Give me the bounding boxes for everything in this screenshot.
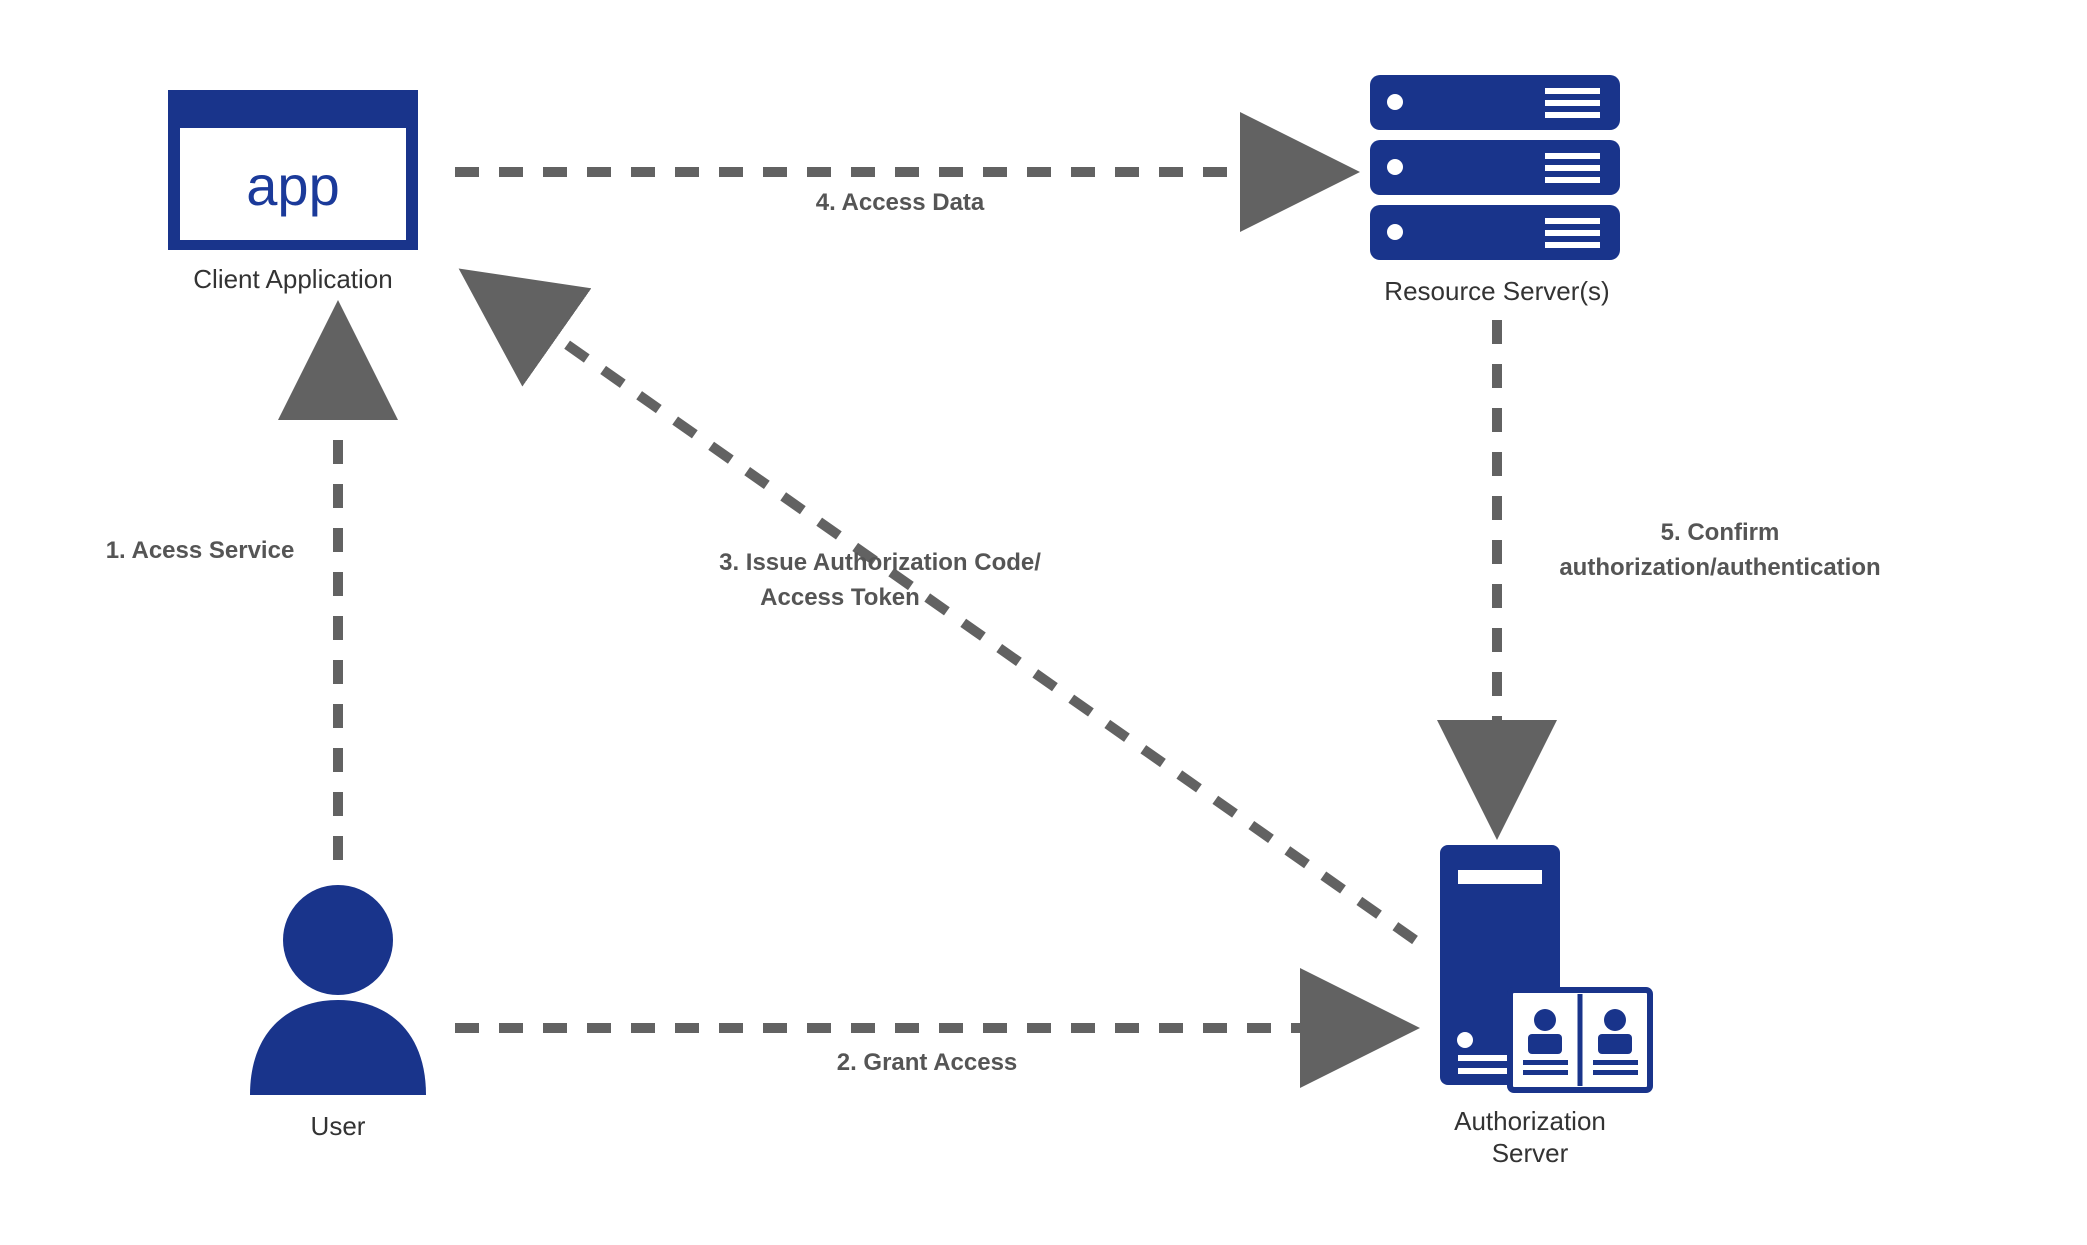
edge-issue-code-label-line2: Access Token [760, 584, 920, 611]
user-node: User [250, 885, 426, 1141]
edge-access-data-label: 4. Access Data [816, 189, 985, 216]
edge-confirm-auth-label-line1: 5. Confirm [1661, 519, 1780, 546]
edge-access-service: 1. Acess Service [106, 320, 338, 860]
authorization-server-caption-line1: Authorization [1454, 1106, 1606, 1136]
edge-confirm-auth-label-line2: authorization/authentication [1559, 554, 1880, 581]
server-rack-icon [1370, 75, 1620, 260]
edge-confirm-auth: 5. Confirm authorization/authentication [1497, 320, 1881, 820]
user-caption: User [311, 1111, 366, 1141]
auth-server-icon [1440, 845, 1650, 1090]
authorization-server-node: Authorization Server [1440, 845, 1650, 1168]
edge-grant-access-label: 2. Grant Access [837, 1049, 1018, 1076]
edge-access-data: 4. Access Data [455, 172, 1340, 216]
resource-server-node: Resource Server(s) [1370, 75, 1620, 306]
edge-access-service-label: 1. Acess Service [106, 537, 295, 564]
oauth-flow-diagram: app Client Application [0, 0, 2087, 1245]
app-label: app [246, 154, 339, 217]
client-application-node: app Client Application [168, 90, 418, 294]
user-icon [250, 885, 426, 1095]
edge-grant-access: 2. Grant Access [455, 1028, 1400, 1076]
app-window-icon: app [168, 90, 418, 250]
authorization-server-caption-line2: Server [1492, 1138, 1569, 1168]
resource-server-caption: Resource Server(s) [1384, 276, 1609, 306]
edge-issue-code-label-line1: 3. Issue Authorization Code/ [719, 549, 1041, 576]
client-application-caption: Client Application [193, 264, 392, 294]
edge-issue-code: 3. Issue Authorization Code/ Access Toke… [475, 280, 1415, 940]
